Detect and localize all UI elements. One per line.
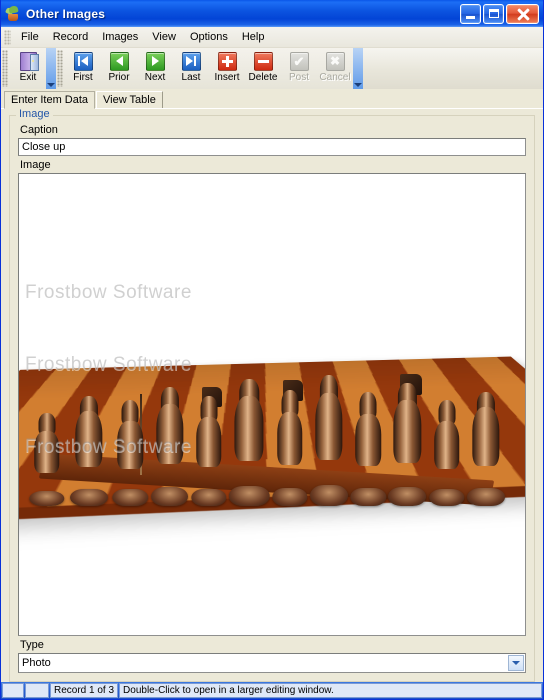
maximize-button[interactable]: [483, 3, 504, 24]
type-dropdown-value: Photo: [22, 657, 51, 669]
menu-item-record[interactable]: Record: [46, 29, 95, 45]
window-controls: [460, 3, 539, 24]
cancel-button-label: Cancel: [319, 72, 351, 83]
tab-strip: Enter Item Data View Table: [1, 89, 543, 109]
menu-item-help[interactable]: Help: [235, 29, 272, 45]
toolbar-grip-handle-navigation[interactable]: [57, 50, 63, 87]
next-record-label: Next: [144, 72, 166, 83]
exit-door-icon: [17, 51, 39, 71]
toolbar-group-edit: Insert Delete ✔ Post ✖ Cancel: [209, 48, 363, 89]
chevron-down-icon[interactable]: [508, 655, 524, 671]
exit-button[interactable]: Exit: [10, 48, 46, 89]
image-group-box: Image Caption Close up Image Frostbow So…: [9, 109, 535, 682]
status-panel-1: [2, 683, 24, 698]
menu-bar: File Record Images View Options Help: [1, 27, 543, 48]
toolbar-overflow-edit[interactable]: [353, 48, 363, 89]
first-record-button[interactable]: First: [65, 48, 101, 89]
insert-button-label: Insert: [214, 72, 240, 83]
next-record-icon: [144, 51, 166, 71]
title-bar: Other Images: [1, 0, 543, 27]
cancel-x-icon: ✖: [324, 51, 346, 71]
window-title: Other Images: [26, 6, 106, 21]
toolbar-grip-handle-file[interactable]: [2, 50, 8, 87]
exit-button-label: Exit: [19, 72, 37, 83]
post-check-icon: ✔: [288, 51, 310, 71]
minimize-button[interactable]: [460, 3, 481, 24]
status-panel-2: [25, 683, 49, 698]
delete-button[interactable]: Delete: [245, 48, 281, 89]
insert-plus-icon: [216, 51, 238, 71]
tab-enter-item-data[interactable]: Enter Item Data: [4, 91, 96, 109]
prior-record-icon: [108, 51, 130, 71]
menu-grip-handle[interactable]: [4, 29, 11, 45]
last-record-button[interactable]: Last: [173, 48, 209, 89]
menu-item-view[interactable]: View: [145, 29, 183, 45]
insert-button[interactable]: Insert: [209, 48, 245, 89]
image-label: Image: [20, 159, 51, 171]
delete-minus-icon: [252, 51, 274, 71]
menu-item-file[interactable]: File: [14, 29, 46, 45]
status-bar: Record 1 of 3 Double-Click to open in a …: [1, 682, 543, 699]
toolbar: Exit First Prior Next Last Insert Delete…: [1, 48, 543, 89]
prior-record-label: Prior: [108, 72, 130, 83]
menu-item-options[interactable]: Options: [183, 29, 235, 45]
plant-pot-icon: [5, 5, 22, 22]
type-dropdown[interactable]: Photo: [18, 653, 526, 673]
status-record-counter: Record 1 of 3: [50, 683, 119, 698]
type-label: Type: [20, 639, 44, 651]
status-hint-text: Double-Click to open in a larger editing…: [119, 683, 542, 698]
toolbar-group-navigation: First Prior Next Last: [56, 48, 209, 89]
last-record-label: Last: [181, 72, 201, 83]
delete-button-label: Delete: [248, 72, 278, 83]
prior-record-button[interactable]: Prior: [101, 48, 137, 89]
cancel-button: ✖ Cancel: [317, 48, 353, 89]
last-record-icon: [180, 51, 202, 71]
post-button: ✔ Post: [281, 48, 317, 89]
caption-input[interactable]: Close up: [18, 138, 526, 156]
form-panel: Image Caption Close up Image Frostbow So…: [1, 109, 543, 682]
toolbar-group-file: Exit: [1, 48, 56, 89]
application-window: Other Images File Record Images View Opt…: [0, 0, 544, 700]
first-record-label: First: [73, 72, 93, 83]
close-button[interactable]: [506, 3, 539, 24]
toolbar-overflow-file[interactable]: [46, 48, 56, 89]
caption-label: Caption: [20, 124, 58, 136]
next-record-button[interactable]: Next: [137, 48, 173, 89]
menu-item-images[interactable]: Images: [95, 29, 145, 45]
post-button-label: Post: [288, 72, 309, 83]
image-preview[interactable]: Frostbow Software Frostbow Software Fros…: [18, 173, 526, 636]
first-record-icon: [72, 51, 94, 71]
tab-view-table[interactable]: View Table: [96, 91, 163, 109]
chess-set-photo: Frostbow Software Frostbow Software Fros…: [19, 174, 525, 635]
chess-pieces: [19, 298, 525, 506]
image-group-title: Image: [16, 109, 53, 120]
